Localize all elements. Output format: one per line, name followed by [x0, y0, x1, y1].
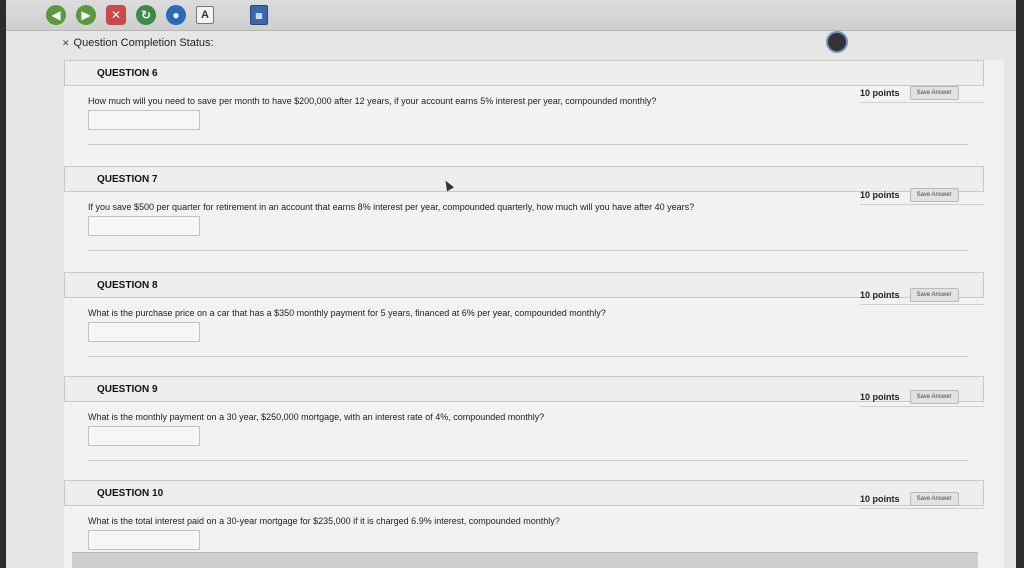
question-text: What is the purchase price on a car that…	[88, 308, 606, 318]
question-header-row: QUESTION 7	[64, 166, 984, 192]
back-icon[interactable]: ◀	[46, 5, 66, 25]
questions-content: QUESTION 6 How much will you need to sav…	[64, 60, 1004, 568]
question-title: QUESTION 10	[97, 487, 164, 499]
answer-input[interactable]	[88, 426, 200, 446]
points-box: 10 points Save Answer	[860, 186, 984, 205]
points-label: 10 points	[860, 494, 900, 504]
points-label: 10 points	[860, 88, 900, 98]
points-box: 10 points Save Answer	[860, 84, 984, 103]
webcam-icon	[826, 31, 848, 53]
question-separator	[88, 356, 968, 357]
question-9: QUESTION 9 What is the monthly payment o…	[64, 376, 984, 461]
status-label: Question Completion Status:	[73, 37, 214, 49]
question-separator	[88, 460, 968, 461]
answer-input[interactable]	[88, 216, 200, 236]
question-7: QUESTION 7 If you save $500 per quarter …	[64, 166, 984, 251]
question-header-row: QUESTION 6	[64, 60, 984, 86]
save-answer-button[interactable]: Save Answer	[909, 188, 959, 202]
question-title: QUESTION 7	[97, 173, 158, 185]
save-answer-button[interactable]: Save Answer	[909, 288, 959, 302]
points-box: 10 points Save Answer	[860, 286, 984, 305]
answer-input[interactable]	[88, 110, 200, 130]
points-label: 10 points	[860, 392, 900, 402]
question-6: QUESTION 6 How much will you need to sav…	[64, 60, 984, 145]
question-10: QUESTION 10 What is the total interest p…	[64, 480, 984, 550]
question-8: QUESTION 8 What is the purchase price on…	[64, 272, 984, 357]
footer-bar	[72, 552, 978, 568]
question-header-row: QUESTION 9	[64, 376, 984, 402]
answer-input[interactable]	[88, 530, 200, 550]
globe-icon[interactable]: ●	[166, 5, 186, 25]
browser-toolbar: ◀ ▶ ✕ ↻ ● A ▦	[6, 0, 1016, 31]
stop-icon[interactable]: ✕	[106, 5, 126, 25]
question-header-row: QUESTION 8	[64, 272, 984, 298]
question-text: How much will you need to save per month…	[88, 96, 657, 106]
question-text: What is the monthly payment on a 30 year…	[88, 412, 545, 422]
question-separator	[88, 144, 968, 145]
refresh-icon[interactable]: ↻	[136, 5, 156, 25]
forward-icon[interactable]: ▶	[76, 5, 96, 25]
calculator-icon[interactable]: ▦	[250, 5, 268, 25]
question-title: QUESTION 6	[97, 67, 158, 79]
browser-screen: ◀ ▶ ✕ ↻ ● A ▦ ✕ Question Completion Stat…	[6, 0, 1016, 568]
points-box: 10 points Save Answer	[860, 388, 984, 407]
question-title: QUESTION 8	[97, 279, 158, 291]
points-box: 10 points Save Answer	[860, 490, 984, 509]
question-completion-status[interactable]: ✕ Question Completion Status:	[6, 31, 1016, 55]
collapse-icon[interactable]: ✕	[62, 38, 70, 49]
answer-input[interactable]	[88, 322, 200, 342]
save-answer-button[interactable]: Save Answer	[909, 390, 959, 404]
question-text: If you save $500 per quarter for retirem…	[88, 202, 695, 212]
points-label: 10 points	[860, 290, 900, 300]
save-answer-button[interactable]: Save Answer	[909, 492, 959, 506]
question-separator	[88, 250, 968, 251]
question-title: QUESTION 9	[97, 383, 158, 395]
points-label: 10 points	[860, 190, 900, 200]
save-answer-button[interactable]: Save Answer	[909, 86, 959, 100]
text-size-icon[interactable]: A	[196, 6, 214, 24]
question-header-row: QUESTION 10	[64, 480, 984, 506]
question-text: What is the total interest paid on a 30-…	[88, 516, 560, 526]
